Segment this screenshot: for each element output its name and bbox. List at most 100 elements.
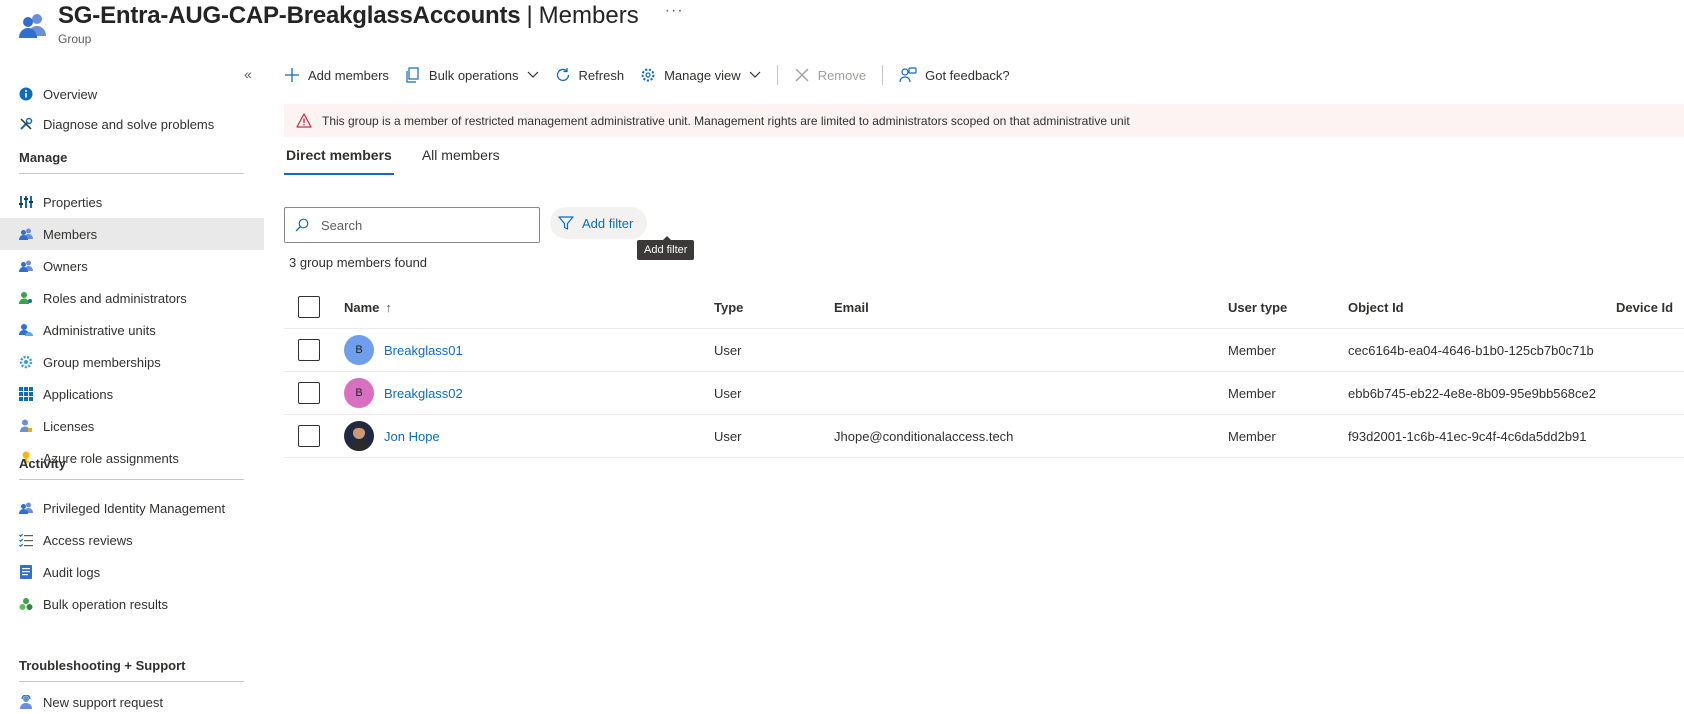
refresh-button[interactable]: Refresh [555, 67, 625, 83]
sidebar-item-applications[interactable]: Applications [0, 378, 264, 410]
sidebar-item-owners[interactable]: Owners [0, 250, 264, 282]
group-icon [19, 14, 46, 38]
sidebar-item-label: Properties [43, 194, 103, 210]
tab-direct-members[interactable]: Direct members [284, 145, 394, 175]
sidebar-item-label: Privileged Identity Management [43, 500, 226, 516]
title-separator: | [526, 2, 533, 29]
refresh-label: Refresh [578, 67, 625, 83]
sidebar-item-members[interactable]: Members [0, 218, 264, 250]
sidebar-item-label: Access reviews [43, 532, 133, 548]
wrench-icon [19, 117, 33, 131]
admin-units-icon [19, 323, 33, 337]
remove-button[interactable]: Remove [794, 67, 866, 83]
more-options-button[interactable]: ··· [665, 2, 684, 20]
column-header-type[interactable]: Type [714, 286, 743, 328]
sidebar-item-overview[interactable]: Overview [0, 78, 264, 110]
sidebar-item-label: Applications [43, 386, 114, 402]
member-name-link[interactable]: Breakglass02 [384, 386, 463, 401]
log-icon [19, 565, 33, 579]
sidebar-item-label: Members [43, 226, 98, 242]
sidebar-item-diagnose[interactable]: Diagnose and solve problems [0, 108, 264, 140]
person-key-icon [19, 291, 33, 305]
gear-icon [641, 68, 655, 82]
sidebar-item-label: Overview [43, 86, 98, 102]
sidebar-item-label: Diagnose and solve problems [43, 116, 215, 132]
column-header-object-id[interactable]: Object Id [1348, 286, 1404, 328]
member-user-type: Member [1228, 428, 1276, 444]
sidebar: « Overview Diagnose and solve problems M… [0, 62, 264, 714]
sidebar-item-bulk-results[interactable]: Bulk operation results [0, 588, 264, 620]
member-object-id: f93d2001-1c6b-41ec-9c4f-4c6da5dd2b91 [1348, 428, 1587, 444]
feedback-button[interactable]: Got feedback? [899, 67, 1010, 83]
info-icon [19, 87, 33, 101]
members-table: Name ↑ Type Email User type Object Id De… [284, 286, 1684, 458]
page-subtitle: Group [58, 32, 92, 46]
member-name-link[interactable]: Jon Hope [384, 429, 440, 444]
member-count: 3 group members found [289, 255, 428, 270]
profile-photo-icon [348, 425, 370, 451]
grid-icon [19, 387, 33, 401]
member-object-id: ebb6b745-eb22-4e8e-8b09-95e9bb568ce2 [1348, 385, 1596, 401]
sidebar-item-audit-logs[interactable]: Audit logs [0, 556, 264, 588]
page-title: SG-Entra-AUG-CAP-BreakglassAccounts [58, 2, 521, 29]
chevron-down-icon [527, 71, 538, 78]
member-object-id: cec6164b-ea04-4646-b1b0-125cb7b0c71b [1348, 342, 1594, 358]
avatar [344, 421, 374, 451]
people-icon [19, 227, 33, 241]
table-row[interactable]: Jon Hope User Jhope@conditionalaccess.te… [284, 415, 1684, 458]
bulk-operations-label: Bulk operations [428, 67, 519, 83]
sidebar-item-admin-units[interactable]: Administrative units [0, 314, 264, 346]
manage-view-button[interactable]: Manage view [640, 67, 761, 83]
section-troubleshooting: Troubleshooting + Support [19, 658, 244, 682]
search-icon [295, 218, 309, 232]
column-header-device-id[interactable]: Device Id [1616, 286, 1673, 328]
remove-label: Remove [817, 67, 867, 83]
toolbar-divider [882, 65, 884, 85]
add-filter-button[interactable]: Add filter [550, 207, 648, 239]
close-icon [795, 68, 809, 82]
search-box [284, 207, 540, 243]
sidebar-item-properties[interactable]: Properties [0, 186, 264, 218]
sidebar-item-pim[interactable]: Privileged Identity Management [0, 492, 264, 524]
row-checkbox[interactable] [298, 425, 320, 447]
column-header-name[interactable]: Name ↑ [344, 286, 392, 328]
table-row[interactable]: B Breakglass02 User Member ebb6b745-eb22… [284, 372, 1684, 415]
people-icon [19, 259, 33, 273]
chevron-down-icon [749, 71, 761, 78]
section-activity: Activity [19, 456, 244, 480]
tab-all-members[interactable]: All members [420, 145, 502, 175]
add-filter-tooltip: Add filter [637, 236, 695, 260]
column-header-email[interactable]: Email [834, 286, 869, 328]
search-input[interactable] [321, 217, 521, 233]
sidebar-item-group-memberships[interactable]: Group memberships [0, 346, 264, 378]
member-type: User [714, 342, 742, 358]
sidebar-item-roles[interactable]: Roles and administrators [0, 282, 264, 314]
add-members-button[interactable]: Add members [284, 67, 389, 83]
member-name-link[interactable]: Breakglass01 [384, 343, 463, 358]
sidebar-item-new-support-request[interactable]: New support request [0, 686, 264, 714]
page-section-title: Members [538, 2, 639, 29]
row-checkbox[interactable] [298, 382, 320, 404]
sidebar-item-access-reviews[interactable]: Access reviews [0, 524, 264, 556]
column-header-user-type[interactable]: User type [1228, 286, 1287, 328]
restricted-management-banner: This group is a member of restricted man… [284, 104, 1684, 137]
manage-view-label: Manage view [664, 67, 741, 83]
sidebar-item-licenses[interactable]: Licenses [0, 410, 264, 442]
feedback-person-icon [899, 67, 917, 83]
warning-icon [296, 113, 312, 128]
add-filter-label: Add filter [582, 215, 634, 231]
banner-text: This group is a member of restricted man… [322, 113, 1130, 128]
sort-ascending-icon: ↑ [385, 299, 392, 315]
member-tabs: Direct members All members [284, 145, 528, 175]
table-row[interactable]: B Breakglass01 User Member cec6164b-ea04… [284, 329, 1684, 372]
sidebar-item-label: Bulk operation results [43, 596, 169, 612]
table-header-row: Name ↑ Type Email User type Object Id De… [284, 286, 1684, 329]
sidebar-item-label: Roles and administrators [43, 290, 187, 306]
filter-icon [558, 216, 574, 230]
plus-icon [285, 68, 299, 82]
sidebar-item-label: Licenses [43, 418, 95, 434]
sidebar-item-label: New support request [43, 694, 163, 710]
bulk-operations-button[interactable]: Bulk operations [405, 67, 539, 83]
row-checkbox[interactable] [298, 339, 320, 361]
select-all-checkbox[interactable] [298, 296, 320, 318]
